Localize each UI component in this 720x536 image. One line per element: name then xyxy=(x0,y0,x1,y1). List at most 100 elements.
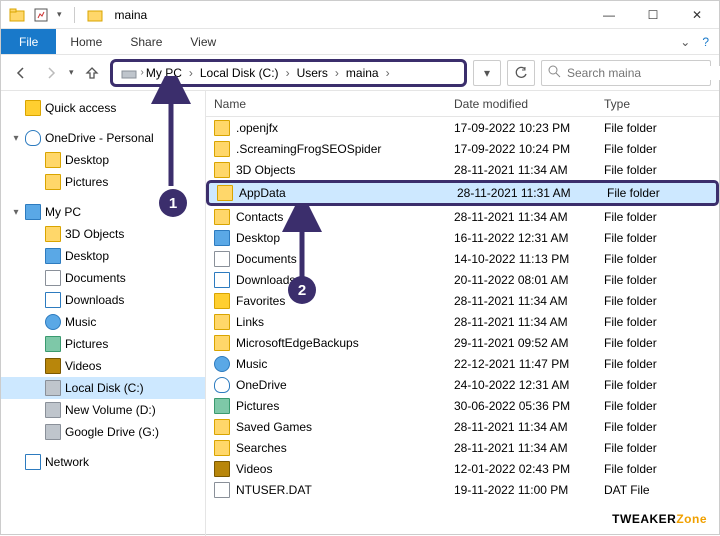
file-row[interactable]: Searches28-11-2021 11:34 AMFile folder xyxy=(206,437,719,458)
tree-item[interactable]: Local Disk (C:) xyxy=(1,377,205,399)
file-name: .ScreamingFrogSEOSpider xyxy=(236,142,381,156)
tree-item[interactable]: New Volume (D:) xyxy=(1,399,205,421)
file-name: Documents xyxy=(236,252,297,266)
cloud-icon xyxy=(25,130,41,146)
navigation-tree[interactable]: Quick access▾OneDrive - PersonalDesktopP… xyxy=(1,91,206,536)
file-row[interactable]: .openjfx17-09-2022 10:23 PMFile folder xyxy=(206,117,719,138)
tree-item[interactable]: Downloads xyxy=(1,289,205,311)
column-type[interactable]: Type xyxy=(596,97,719,111)
search-input[interactable] xyxy=(567,66,720,80)
back-button[interactable] xyxy=(9,61,33,85)
folder-icon xyxy=(45,174,61,190)
file-date: 24-10-2022 12:31 AM xyxy=(446,378,596,392)
drive-icon xyxy=(121,65,137,81)
file-row[interactable]: Pictures30-06-2022 05:36 PMFile folder xyxy=(206,395,719,416)
breadcrumb-segment[interactable]: Local Disk (C:) xyxy=(198,66,281,80)
ribbon-tabs: File Home Share View ⌄ ? xyxy=(1,29,719,55)
minimize-button[interactable]: — xyxy=(587,1,631,29)
breadcrumb-segment[interactable]: My PC xyxy=(144,66,184,80)
file-row[interactable]: Documents14-10-2022 11:13 PMFile folder xyxy=(206,248,719,269)
file-date: 30-06-2022 05:36 PM xyxy=(446,399,596,413)
file-date: 28-11-2021 11:34 AM xyxy=(446,420,596,434)
tab-file[interactable]: File xyxy=(1,29,56,54)
tree-item-label: Desktop xyxy=(65,249,109,263)
recent-locations-icon[interactable]: ▾ xyxy=(69,67,74,78)
file-row[interactable]: Saved Games 28-11-2021 11:34 AMFile folde… xyxy=(206,416,719,437)
file-type: File folder xyxy=(596,420,719,434)
tree-item-label: Pictures xyxy=(65,337,108,351)
address-bar[interactable]: › My PC›Local Disk (C:)›Users›maina› xyxy=(110,59,467,87)
expander-icon[interactable]: ▾ xyxy=(11,133,21,144)
folder-icon xyxy=(214,209,230,225)
tree-item[interactable]: Quick access xyxy=(1,97,205,119)
window-title: maina xyxy=(111,8,148,22)
tree-item[interactable]: Videos xyxy=(1,355,205,377)
tree-item[interactable]: 3D Objects xyxy=(1,223,205,245)
file-row[interactable]: MicrosoftEdgeBackups29-11-2021 09:52 AMF… xyxy=(206,332,719,353)
chevron-right-icon[interactable]: › xyxy=(186,66,196,80)
folder-icon xyxy=(214,141,230,157)
file-row[interactable]: Downloads20-11-2022 08:01 AMFile folder xyxy=(206,269,719,290)
file-row[interactable]: Desktop16-11-2022 12:31 AMFile folder xyxy=(206,227,719,248)
file-name: AppData xyxy=(239,186,286,200)
properties-icon[interactable] xyxy=(33,7,49,23)
music-icon xyxy=(214,356,230,372)
ribbon-expand-icon[interactable]: ⌄ xyxy=(680,35,690,49)
file-row[interactable]: AppData28-11-2021 11:31 AMFile folder xyxy=(206,180,719,206)
music-icon xyxy=(45,314,61,330)
folder-icon xyxy=(214,440,230,456)
tab-home[interactable]: Home xyxy=(56,29,116,54)
file-row[interactable]: Favorites28-11-2021 11:34 AMFile folder xyxy=(206,290,719,311)
file-type: File folder xyxy=(596,163,719,177)
chevron-right-icon[interactable]: › xyxy=(332,66,342,80)
desktop-icon xyxy=(45,248,61,264)
help-icon[interactable]: ? xyxy=(702,35,709,49)
column-headers[interactable]: Name Date modified Type xyxy=(206,91,719,117)
file-row[interactable]: Music22-12-2021 11:47 PMFile folder xyxy=(206,353,719,374)
file-type: File folder xyxy=(596,210,719,224)
file-row[interactable]: Videos12-01-2022 02:43 PMFile folder xyxy=(206,458,719,479)
file-name: Downloads xyxy=(236,273,295,287)
tree-item[interactable]: ▾OneDrive - Personal xyxy=(1,127,205,149)
forward-button[interactable] xyxy=(39,61,63,85)
chevron-right-icon[interactable]: › xyxy=(383,66,393,80)
file-name: .openjfx xyxy=(236,121,278,135)
up-button[interactable] xyxy=(80,61,104,85)
column-name[interactable]: Name xyxy=(206,97,446,111)
tree-item-label: Local Disk (C:) xyxy=(65,381,144,395)
folder-icon xyxy=(217,185,233,201)
tab-share[interactable]: Share xyxy=(116,29,176,54)
file-name: Saved Games xyxy=(236,420,312,434)
folder-icon xyxy=(45,226,61,242)
tree-item[interactable]: Pictures xyxy=(1,333,205,355)
breadcrumb-segment[interactable]: maina xyxy=(344,66,381,80)
address-dropdown-icon[interactable]: ▾ xyxy=(473,60,501,86)
file-row[interactable]: 3D Objects28-11-2021 11:34 AMFile folder xyxy=(206,159,719,180)
chevron-right-icon[interactable]: › xyxy=(283,66,293,80)
tree-item[interactable]: Desktop xyxy=(1,149,205,171)
tree-item[interactable]: Desktop xyxy=(1,245,205,267)
close-button[interactable]: ✕ xyxy=(675,1,719,29)
file-row[interactable]: Links28-11-2021 11:34 AMFile folder xyxy=(206,311,719,332)
tree-item[interactable]: Documents xyxy=(1,267,205,289)
breadcrumb-segment[interactable]: Users xyxy=(295,66,330,80)
tree-item-label: Music xyxy=(65,315,96,329)
file-list-body[interactable]: .openjfx17-09-2022 10:23 PMFile folder.S… xyxy=(206,117,719,536)
file-row[interactable]: Contacts28-11-2021 11:34 AMFile folder xyxy=(206,206,719,227)
refresh-button[interactable] xyxy=(507,60,535,86)
file-row[interactable]: OneDrive24-10-2022 12:31 AMFile folder xyxy=(206,374,719,395)
down-icon xyxy=(45,292,61,308)
file-row[interactable]: NTUSER.DAT19-11-2022 11:00 PMDAT File xyxy=(206,479,719,500)
qat-dropdown-icon[interactable]: ▾ xyxy=(57,9,62,20)
column-date[interactable]: Date modified xyxy=(446,97,596,111)
tree-item[interactable]: Google Drive (G:) xyxy=(1,421,205,443)
folder-icon xyxy=(214,120,230,136)
tab-view[interactable]: View xyxy=(176,29,230,54)
pic-icon xyxy=(45,336,61,352)
tree-item[interactable]: Network xyxy=(1,451,205,473)
maximize-button[interactable]: ☐ xyxy=(631,1,675,29)
search-box[interactable] xyxy=(541,60,711,86)
file-row[interactable]: .ScreamingFrogSEOSpider17-09-2022 10:24 … xyxy=(206,138,719,159)
tree-item[interactable]: Music xyxy=(1,311,205,333)
expander-icon[interactable]: ▾ xyxy=(11,207,21,218)
